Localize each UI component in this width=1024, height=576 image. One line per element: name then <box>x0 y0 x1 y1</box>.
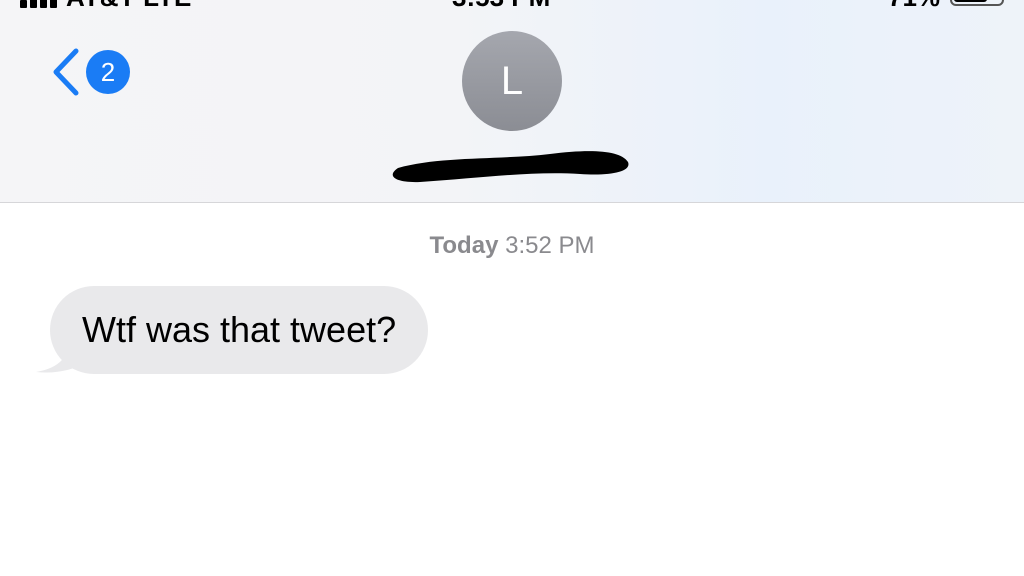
unread-count-badge: 2 <box>86 50 130 94</box>
battery-icon <box>950 0 1004 6</box>
conversation-header: AT&T LTE 3:53 PM 71% 2 L <box>0 0 1024 203</box>
timestamp-time: 3:52 PM <box>505 232 595 259</box>
status-bar: AT&T LTE 3:53 PM 71% <box>0 0 1024 12</box>
incoming-message-bubble[interactable]: Wtf was that tweet? <box>50 286 429 374</box>
messages-screen: AT&T LTE 3:53 PM 71% 2 L Today 3:52 PM W… <box>0 0 1024 576</box>
battery-percent: 71% <box>888 0 940 10</box>
message-timestamp: Today 3:52 PM <box>0 232 1024 260</box>
back-button[interactable]: 2 <box>48 44 138 100</box>
cellular-signal-icon <box>20 0 60 8</box>
redacted-contact-name <box>392 151 629 183</box>
battery-fill <box>954 0 987 2</box>
timestamp-day: Today <box>429 232 499 259</box>
carrier-label: AT&T LTE <box>66 0 192 10</box>
status-time: 3:53 PM <box>452 0 550 10</box>
chevron-left-icon <box>53 48 79 96</box>
message-row: Wtf was that tweet? <box>30 286 500 378</box>
contact-avatar[interactable]: L <box>462 31 562 131</box>
